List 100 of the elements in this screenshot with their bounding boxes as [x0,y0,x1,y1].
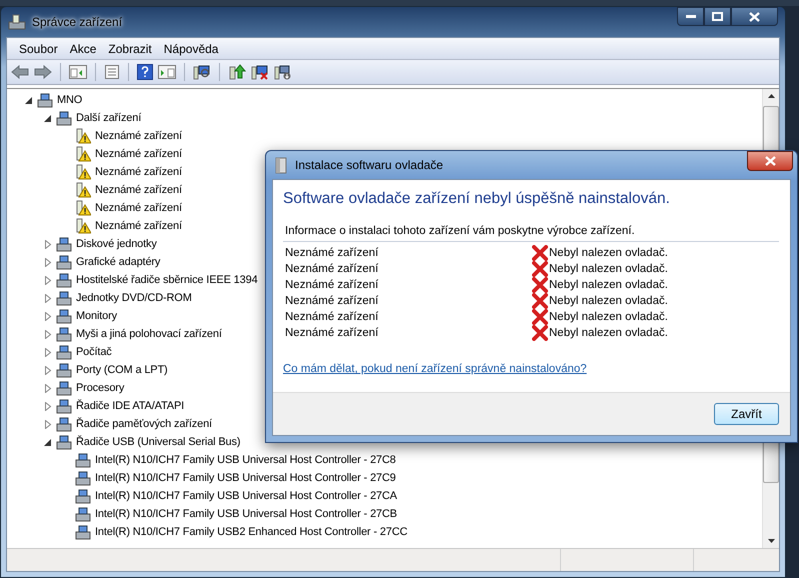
back-arrow-icon[interactable] [11,65,29,79]
action-pane-icon[interactable] [158,65,176,79]
tree-item[interactable]: Grafické adaptéry [75,256,162,268]
minimize-icon [686,14,696,18]
device-name: Neznámé zařízení [284,311,380,323]
tree-item[interactable]: Intel(R) N10/ICH7 Family USB Universal Host Controller - 27C9 [94,472,397,484]
tree-item[interactable]: Neznámé zařízení [94,184,183,196]
device-status: Nebyl nalezen ovladač. [549,327,668,339]
help-icon[interactable] [137,64,153,80]
tree-item[interactable]: Řadiče paměťových zařízení [75,418,213,430]
dialog-title: Instalace softwaru ovladače [295,158,444,172]
tree-item[interactable]: Procesory [75,382,126,394]
tree-item[interactable]: Diskové jednotky [75,238,158,250]
scroll-down-icon[interactable] [768,539,774,543]
expanded-arrow-icon[interactable] [44,438,52,446]
device-icon [56,380,72,396]
device-icon [56,362,72,378]
installer-icon [275,156,287,174]
device-icon [56,110,72,126]
collapsed-arrow-icon[interactable] [44,384,52,392]
close-button[interactable] [731,7,778,26]
window-title: Správce zařízení [32,15,122,29]
properties-icon[interactable] [104,64,120,80]
device-icon [75,506,91,522]
error-cross-icon [532,293,548,309]
tree-item[interactable]: Řadiče IDE ATA/ATAPI [75,400,186,412]
collapsed-arrow-icon[interactable] [44,420,52,428]
device-icon [75,470,91,486]
expanded-arrow-icon[interactable] [44,114,52,122]
collapsed-arrow-icon[interactable] [44,240,52,248]
update-driver-icon[interactable] [228,64,246,80]
tree-item[interactable]: Intel(R) N10/ICH7 Family USB2 Enhanced Host Controller - 27CC [94,526,408,538]
expanded-arrow-icon[interactable] [25,96,33,104]
tree-item[interactable]: Jednotky DVD/CD-ROM [75,292,193,304]
tree-item[interactable]: Neznámé zařízení [94,166,183,178]
collapsed-arrow-icon[interactable] [44,330,52,338]
tree-item[interactable]: Intel(R) N10/ICH7 Family USB Universal Host Controller - 27CB [94,508,398,520]
close-dialog-button[interactable]: Zavřít [714,403,779,425]
tree-item[interactable]: Řadiče USB (Universal Serial Bus) [75,436,242,448]
tree-item[interactable]: Počítač [75,346,113,358]
info-text: Informace o instalaci tohoto zařízení vám poskytne výrobce zařízení. [283,225,779,242]
console-tree-icon[interactable] [69,65,87,79]
scroll-up-icon[interactable] [768,94,774,98]
menu-item[interactable]: Zobrazit [102,42,158,56]
device-icon [56,398,72,414]
tree-item[interactable]: Intel(R) N10/ICH7 Family USB Universal Host Controller - 27CA [94,490,398,502]
device-icon [56,254,72,270]
device-icon [56,416,72,432]
device-icon [75,524,91,540]
forward-arrow-icon[interactable] [34,65,52,79]
tree-item[interactable]: Neznámé zařízení [94,202,183,214]
device-icon [37,92,53,108]
device-name: Neznámé zařízení [284,247,380,259]
help-link[interactable]: Co mám dělat, pokud není zařízení správně nainstalováno? [283,363,587,375]
device-status: Nebyl nalezen ovladač. [549,295,668,307]
error-cross-icon [532,325,548,341]
computer-icon [8,14,26,30]
tree-item[interactable]: Porty (COM a LPT) [75,364,169,376]
disable-device-icon[interactable] [251,64,269,80]
tree-item[interactable]: Hostitelské řadiče sběrnice IEEE 1394 [75,274,259,286]
maximize-button[interactable] [704,7,731,26]
tree-item[interactable]: Monitory [75,310,118,322]
collapsed-arrow-icon[interactable] [44,366,52,374]
collapsed-arrow-icon[interactable] [44,258,52,266]
error-cross-icon [532,309,548,325]
uninstall-device-icon[interactable] [274,64,292,80]
maximize-icon [712,12,723,21]
error-cross-icon [532,245,548,261]
collapsed-arrow-icon[interactable] [44,348,52,356]
device-status: Nebyl nalezen ovladač. [549,263,668,275]
error-cross-icon [532,261,548,277]
tree-item[interactable]: Neznámé zařízení [94,130,183,142]
device-icon [75,452,91,468]
tree-item[interactable]: Intel(R) N10/ICH7 Family USB Universal Host Controller - 27C8 [94,454,397,466]
collapsed-arrow-icon[interactable] [44,402,52,410]
device-status: Nebyl nalezen ovladač. [549,247,668,259]
device-icon [56,344,72,360]
device-icon [56,308,72,324]
minimize-button[interactable] [677,7,704,26]
device-name: Neznámé zařízení [284,279,380,291]
tree-item[interactable]: Neznámé zařízení [94,148,183,160]
dialog-close-button[interactable] [747,151,793,171]
menu-item[interactable]: Nápověda [158,42,224,56]
error-cross-icon [532,277,548,293]
tree-item[interactable]: MNO [56,94,84,106]
menu-item[interactable]: Akce [64,42,102,56]
device-icon [56,272,72,288]
collapsed-arrow-icon[interactable] [44,276,52,284]
tree-item[interactable]: Myši a jiná polohovací zařízení [75,328,223,340]
tree-item[interactable]: Další zařízení [75,112,142,124]
device-name: Neznámé zařízení [284,295,380,307]
tree-item[interactable]: Neznámé zařízení [94,220,183,232]
device-status: Nebyl nalezen ovladač. [549,311,668,323]
menu-item[interactable]: Soubor [13,42,64,56]
device-icon [75,488,91,504]
device-name: Neznámé zařízení [284,263,380,275]
collapsed-arrow-icon[interactable] [44,312,52,320]
device-status: Nebyl nalezen ovladač. [549,279,668,291]
device-icon [56,236,72,252]
collapsed-arrow-icon[interactable] [44,294,52,302]
